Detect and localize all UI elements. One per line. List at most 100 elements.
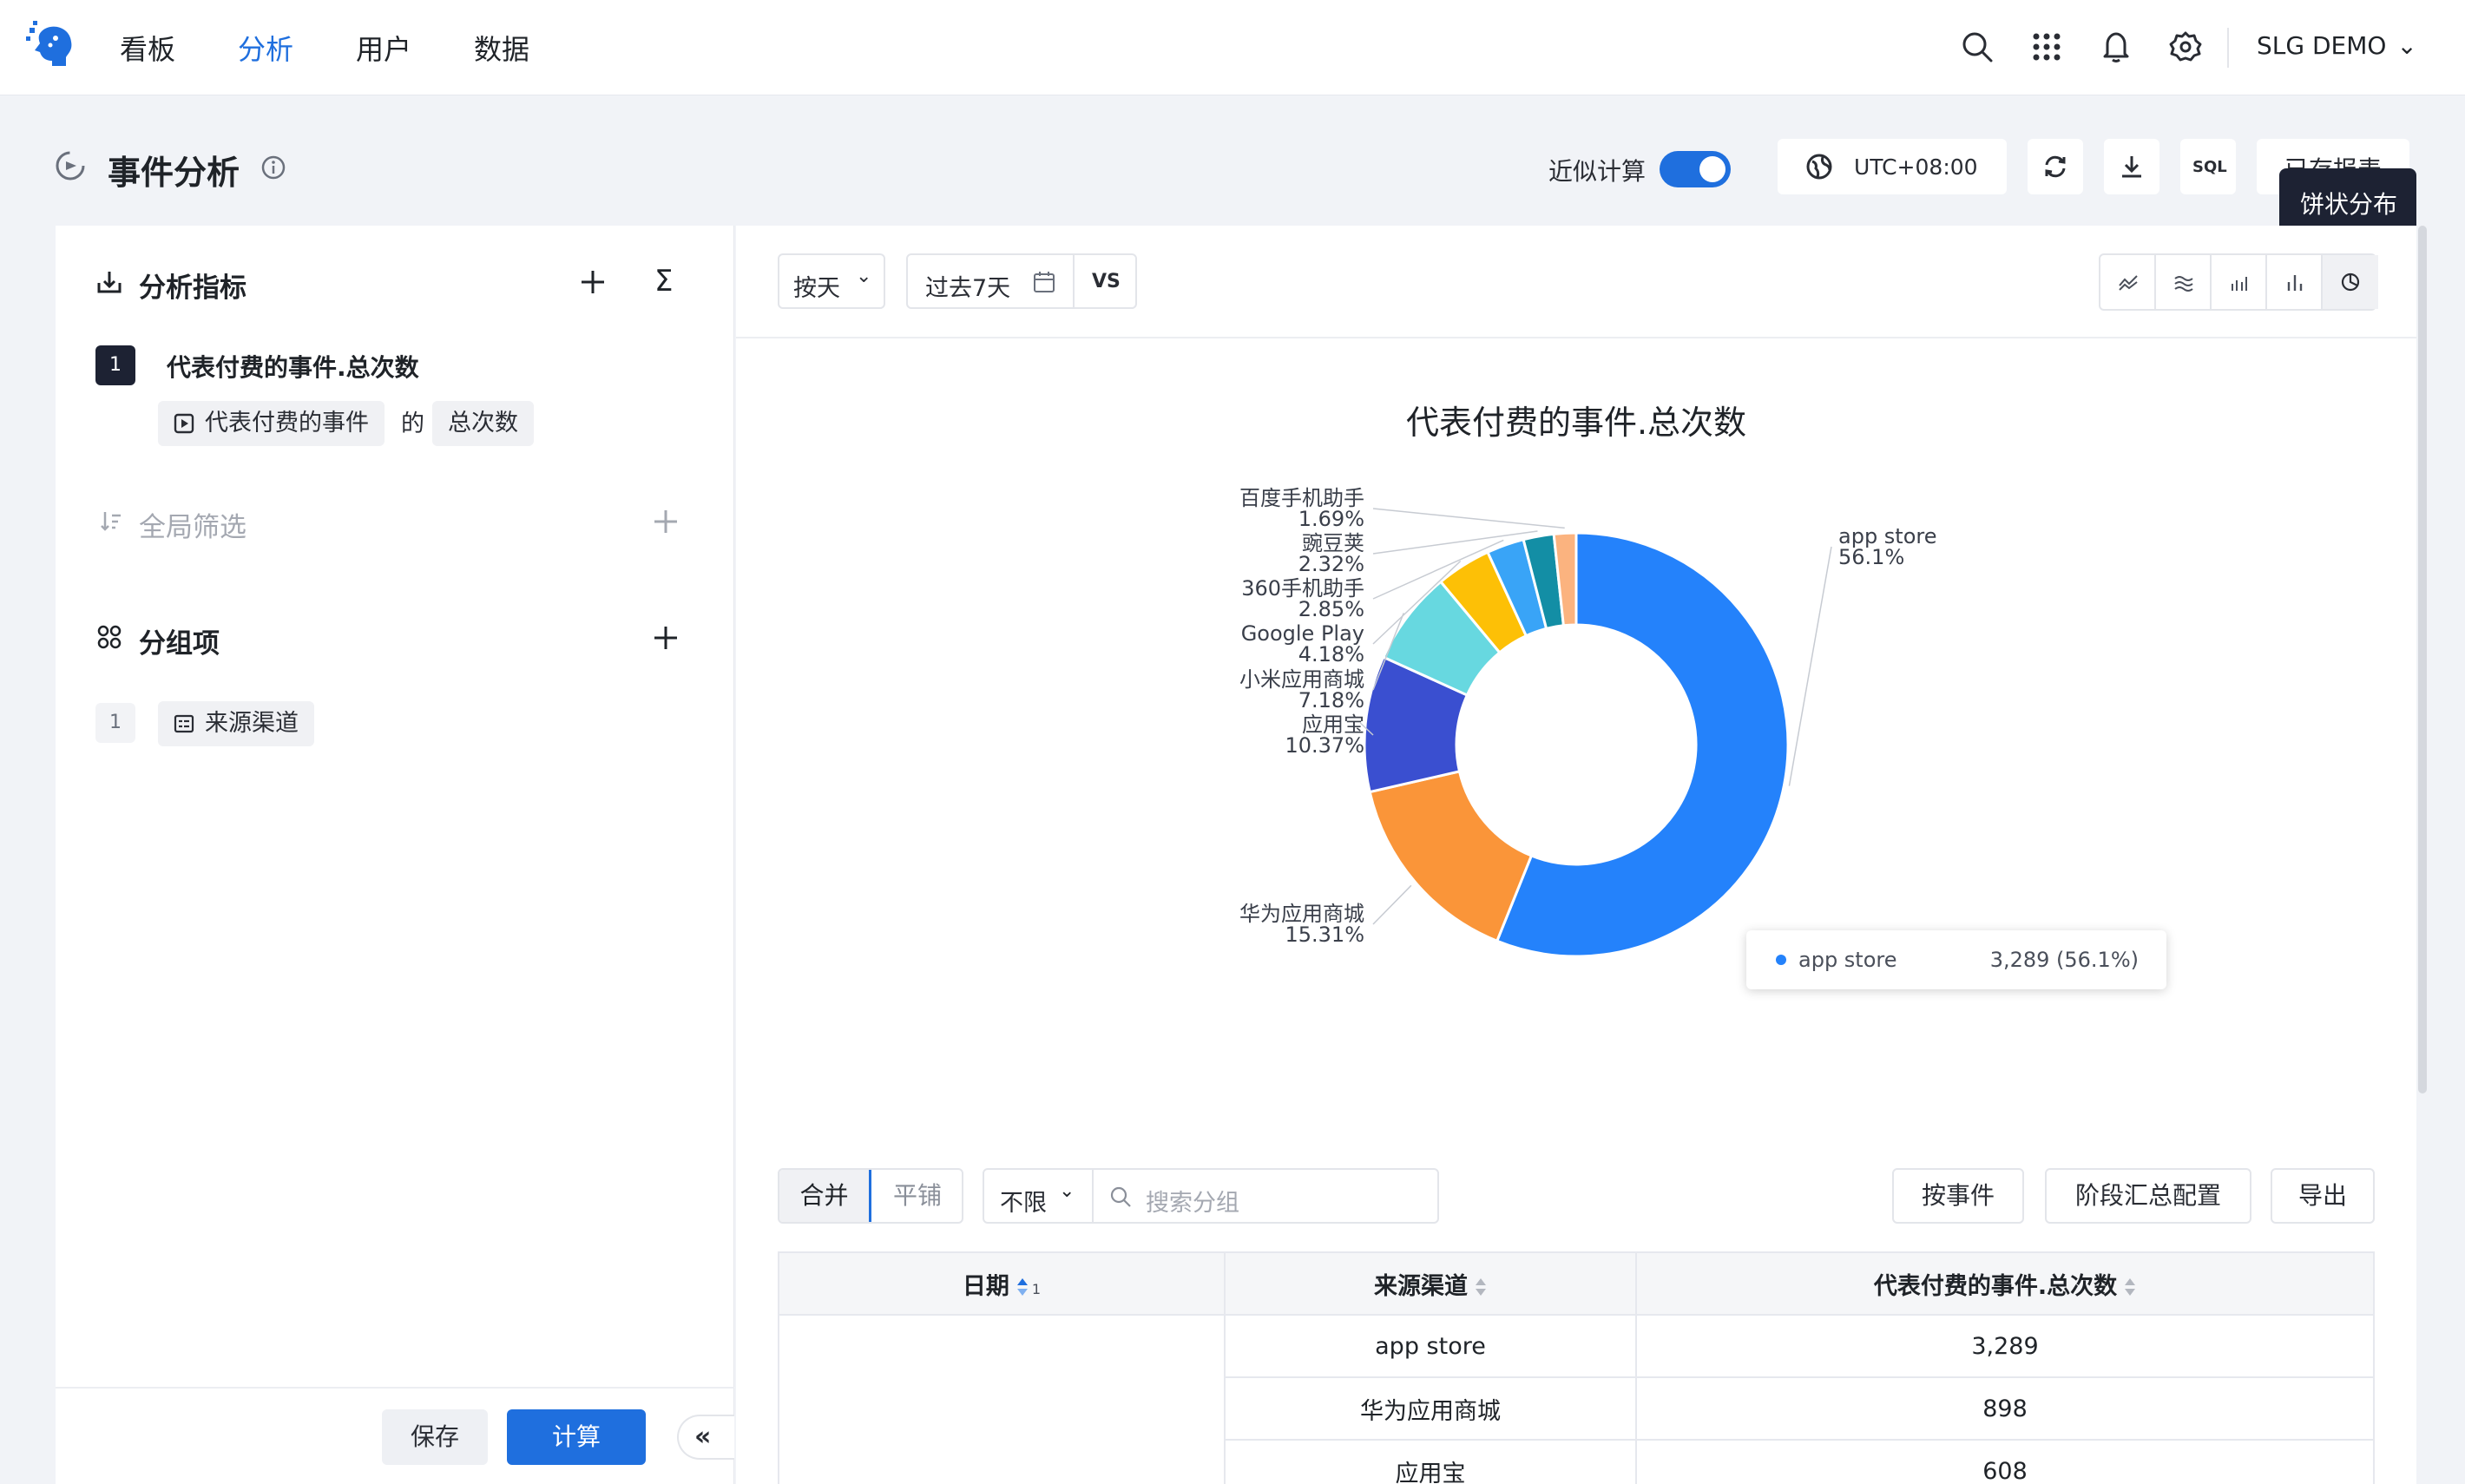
save-button[interactable]: 保存	[382, 1409, 488, 1465]
metrics-section-title: 分析指标	[139, 273, 246, 304]
toolbar-divider	[736, 337, 2416, 338]
apps-grid-icon[interactable]	[2029, 30, 2064, 64]
chart-type-tooltip: 饼状分布	[2279, 168, 2416, 243]
chevron-down-icon: ⌄	[1059, 1180, 1075, 1202]
group-search-input[interactable]: 搜索分组	[1146, 1184, 1239, 1218]
slice-label-percent: 7.18%	[1298, 688, 1364, 712]
count-cell: 608	[1635, 1439, 2375, 1484]
sort-icon	[1476, 1277, 1486, 1296]
refresh-button[interactable]	[2028, 139, 2083, 194]
collapse-panel-button[interactable]: «	[677, 1415, 734, 1460]
approx-calc-toggle[interactable]	[1660, 151, 1731, 187]
compare-vs-button[interactable]: VS	[1092, 271, 1121, 292]
nav-dashboard[interactable]: 看板	[120, 28, 175, 68]
event-analysis-icon	[56, 151, 85, 181]
metric-of-text: 的	[401, 410, 424, 437]
tooltip-series-name: app store	[1798, 948, 1897, 972]
pie-chart-icon	[2341, 273, 2360, 292]
globe-icon	[1806, 154, 1832, 180]
nav-users[interactable]: 用户	[356, 28, 411, 68]
grouped-bar-button[interactable]	[2212, 255, 2267, 309]
pie-chart-button[interactable]	[2323, 255, 2378, 309]
refresh-icon	[2045, 155, 2066, 178]
date-range-picker[interactable]: 过去7天 VS	[906, 253, 1137, 309]
date-header-label: 日期	[962, 1272, 1009, 1300]
result-table: 日期 1 来源渠道 代表付费的事件.总次数 app store 3,289 华为应…	[778, 1251, 2375, 1484]
label-leader-line	[1372, 508, 1565, 529]
bell-icon[interactable]	[2099, 30, 2133, 64]
line-chart-button[interactable]	[2100, 255, 2156, 309]
metric-agg-chip[interactable]: 总次数	[432, 401, 534, 446]
page-scrollbar[interactable]	[2416, 226, 2429, 1093]
filter-sort-icon	[101, 512, 121, 531]
scrollbar-thumb[interactable]	[2418, 226, 2427, 1093]
result-panel: 按天 ⌄ 过去7天 VS 代表付费的事件.总次数 app store 56.1%…	[736, 226, 2416, 1484]
group-channel-chip[interactable]: 来源渠道	[158, 701, 314, 746]
metric-index-badge: 1	[95, 345, 135, 385]
left-config-panel: 分析指标 Σ 1 代表付费的事件.总次数 代表付费的事件 的 总次数 全局筛选 …	[56, 226, 734, 1484]
limit-divider	[1092, 1170, 1094, 1222]
toggle-knob	[1699, 156, 1726, 182]
formula-sigma-button[interactable]: Σ	[654, 264, 673, 299]
bar-chart-button[interactable]	[2267, 255, 2323, 309]
by-event-button[interactable]: 按事件	[1892, 1168, 2024, 1224]
user-menu[interactable]: SLG DEMO ⌄	[2257, 31, 2417, 60]
sql-button[interactable]: SQL	[2180, 139, 2236, 194]
count-cell: 3,289	[1635, 1314, 2375, 1378]
search-icon	[1110, 1186, 1131, 1207]
label-leader-line	[1372, 884, 1412, 925]
event-icon	[174, 413, 194, 434]
add-filter-icon[interactable]	[651, 507, 680, 536]
search-icon[interactable]	[1960, 30, 1995, 64]
merge-mode-button[interactable]: 合并	[779, 1170, 871, 1222]
view-mode-toggle: 合并 平铺	[778, 1168, 963, 1224]
page-title: 事件分析	[108, 154, 240, 192]
channel-cell: 应用宝	[1224, 1439, 1637, 1484]
pie-slice[interactable]	[1368, 770, 1534, 943]
add-metric-icon[interactable]	[578, 267, 608, 297]
download-icon	[2122, 156, 2141, 178]
slice-label-percent: 56.1%	[1838, 545, 1904, 569]
channel-column-header[interactable]: 来源渠道	[1224, 1251, 1637, 1316]
line-chart-icon	[2119, 275, 2138, 291]
metric-event-chip[interactable]: 代表付费的事件	[158, 401, 385, 446]
stage-config-button[interactable]: 阶段汇总配置	[2045, 1168, 2251, 1224]
limit-select[interactable]: 不限	[1000, 1184, 1047, 1218]
calculate-button[interactable]: 计算	[507, 1409, 646, 1465]
nav-data[interactable]: 数据	[474, 28, 529, 68]
left-footer-divider	[56, 1387, 734, 1389]
slice-label-percent: 2.32%	[1298, 552, 1364, 576]
approx-calc-label: 近似计算	[1548, 157, 1647, 186]
chevron-down-icon: ⌄	[2396, 31, 2417, 60]
slice-label-percent: 15.31%	[1285, 923, 1364, 947]
tile-mode-button[interactable]: 平铺	[871, 1170, 962, 1222]
count-header-label: 代表付费的事件.总次数	[1873, 1272, 2118, 1300]
tooltip-series-value: 3,289 (56.1%)	[1989, 948, 2139, 972]
area-chart-button[interactable]	[2156, 255, 2212, 309]
slice-label-percent: 2.85%	[1298, 597, 1364, 621]
granularity-select[interactable]: 按天 ⌄	[778, 253, 885, 309]
gear-icon[interactable]	[2168, 30, 2203, 64]
tooltip-text: 饼状分布	[2300, 190, 2398, 219]
label-leader-line	[1788, 546, 1832, 786]
sort-order-number: 1	[1031, 1280, 1042, 1297]
date-vs-divider	[1073, 255, 1075, 307]
group-channel-label: 来源渠道	[205, 710, 299, 737]
timezone-label: UTC+08:00	[1854, 154, 1978, 180]
timezone-button[interactable]: UTC+08:00	[1778, 139, 2007, 194]
metric-name[interactable]: 代表付费的事件.总次数	[167, 349, 419, 384]
nav-analysis[interactable]: 分析	[238, 28, 293, 68]
info-icon[interactable]	[260, 154, 286, 181]
slice-label-percent: 10.37%	[1285, 733, 1364, 758]
export-button[interactable]: 导出	[2271, 1168, 2375, 1224]
date-range-label: 过去7天	[925, 275, 1011, 302]
date-column-header[interactable]: 日期 1	[778, 1251, 1226, 1316]
pie-chart[interactable]: app store56.1%华为应用商城15.31%应用宝10.37%小米应用商…	[736, 451, 2416, 1007]
add-group-icon[interactable]	[651, 623, 680, 653]
count-column-header[interactable]: 代表付费的事件.总次数	[1635, 1251, 2375, 1316]
download-button[interactable]	[2104, 139, 2159, 194]
metric-event-label: 代表付费的事件	[205, 410, 369, 437]
brain-logo-icon[interactable]	[24, 19, 76, 71]
count-cell: 898	[1635, 1376, 2375, 1441]
sort-icon	[1016, 1277, 1028, 1296]
